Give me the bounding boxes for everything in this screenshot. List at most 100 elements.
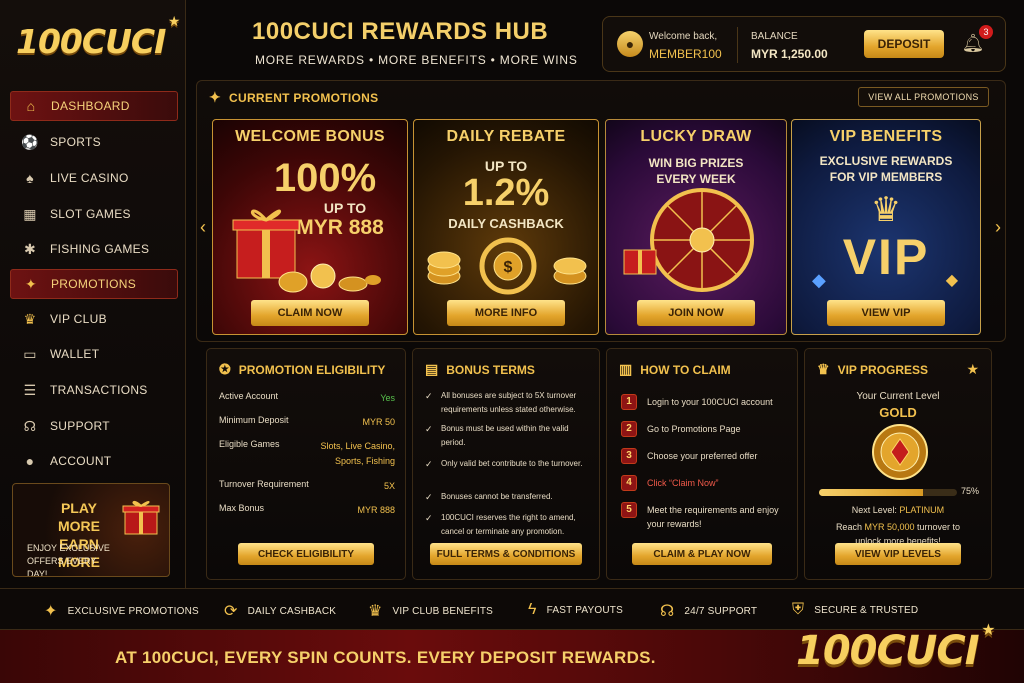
claim-step: 1 Login to your 100CUCI account [621, 394, 791, 410]
term-item: Bonuses cannot be transferred. [425, 490, 593, 504]
panel-heading-label: VIP PROGRESS [837, 362, 929, 377]
bonus-terms-panel: ▤ BONUS TERMS All bonuses are subject to … [412, 348, 600, 580]
term-item: Only valid bet contribute to the turnove… [425, 457, 593, 471]
slot-machine-icon: ▦ [23, 205, 37, 222]
claim-step: 5 Meet the requirements and enjoy your re… [621, 502, 791, 531]
gem-icon: ◆ [812, 270, 826, 290]
sidebar-item-label: SLOT GAMES [50, 207, 131, 221]
sidebar-item-wallet[interactable]: ▭ WALLET [10, 339, 178, 369]
promo-card-line2: FOR VIP MEMBERS [829, 170, 943, 184]
sidebar-item-dashboard[interactable]: ⌂ DASHBOARD [10, 91, 178, 121]
feature-label: VIP CLUB BENEFITS [392, 605, 494, 617]
panel-heading: ▥ HOW TO CLAIM [619, 361, 731, 378]
crown-icon: ♛ [368, 603, 383, 620]
eligibility-value: MYR 888 [357, 505, 395, 515]
term-item: 100CUCI reserves the right to amend, can… [425, 511, 593, 539]
check-eligibility-button[interactable]: CHECK ELIGIBILITY [238, 543, 374, 565]
eligibility-label: Max Bonus [219, 503, 265, 513]
chevron-left-icon[interactable]: ‹ [200, 217, 206, 238]
sidebar-item-vip-club[interactable]: ♛ VIP CLUB [10, 304, 178, 334]
sidebar-item-label: SUPPORT [50, 419, 110, 433]
more-info-button[interactable]: MORE INFO [447, 300, 565, 326]
shield-icon: ⛨ [792, 601, 805, 618]
step-text: Click “Claim Now” [647, 478, 719, 488]
claim-now-button[interactable]: CLAIM NOW [251, 300, 369, 326]
sidebar-item-slot-games[interactable]: ▦ SLOT GAMES [10, 199, 178, 229]
account-bar: ● Welcome back, MEMBER100 BALANCE MYR 1,… [602, 16, 1006, 72]
full-terms-button[interactable]: FULL TERMS & CONDITIONS [430, 543, 582, 565]
join-now-button[interactable]: JOIN NOW [637, 300, 755, 326]
soccer-ball-icon: ⚽ [21, 133, 39, 150]
eligibility-value: 5X [383, 481, 395, 491]
star-icon: ★ [966, 361, 979, 377]
panel-heading: ♛ VIP PROGRESS [817, 361, 928, 378]
claim-and-play-button[interactable]: CLAIM & PLAY NOW [632, 543, 772, 565]
next-level-label: Next Level: [851, 505, 897, 515]
eligibility-row: Active Account Yes [219, 391, 395, 406]
promo-card-daily-rebate[interactable]: DAILY REBATE UP TO 1.2% DAILY CASHBACK $… [413, 119, 599, 335]
eligibility-row: Eligible Games Slots, Live Casino, Sports… [219, 439, 395, 469]
gift-icon [122, 500, 160, 535]
gem-icon: ◆ [945, 272, 958, 289]
deposit-button[interactable]: DEPOSIT [864, 30, 944, 58]
feature-daily-cashback: ⟳ DAILY CASHBACK [224, 601, 336, 621]
crown-icon: ♛ [23, 310, 37, 327]
promotions-heading: ✦ CURRENT PROMOTIONS [209, 89, 378, 106]
sidebar-item-promotions[interactable]: ✦ PROMOTIONS [10, 269, 178, 299]
promo-card-line1: EXCLUSIVE REWARDS [819, 154, 953, 168]
promo-card-lucky-draw[interactable]: LUCKY DRAW WIN BIG PRIZES EVERY WEEK JOI… [605, 119, 787, 335]
sidebar-item-label: VIP CLUB [50, 312, 107, 326]
chevron-right-icon[interactable]: › [995, 217, 1001, 238]
sidebar-item-sports[interactable]: ⚽ SPORTS [10, 127, 178, 157]
gift-icon [623, 249, 657, 275]
clipboard-icon: ▥ [619, 361, 633, 377]
divider [737, 27, 738, 63]
claim-step: 3 Choose your preferred offer [621, 448, 791, 464]
brand-logo[interactable]: 100CUCI ★ [16, 14, 180, 61]
sidebar-item-label: FISHING GAMES [50, 242, 150, 256]
promo-card-vip-benefits[interactable]: VIP BENEFITS EXCLUSIVE REWARDS FOR VIP M… [791, 119, 981, 335]
promo-card-title: DAILY REBATE [446, 128, 566, 145]
play-more-banner[interactable]: PLAY MORE EARN MORE ENJOY EXCLUSIVE OFFE… [12, 483, 170, 577]
user-icon: ● [25, 453, 35, 469]
cashback-coins-icon: $ [427, 237, 587, 295]
sidebar-item-transactions[interactable]: ☰ TRANSACTIONS [10, 375, 178, 405]
gift-icon: ✦ [24, 275, 38, 292]
step-text: Choose your preferred offer [647, 451, 758, 461]
promotions-panel: ✦ CURRENT PROMOTIONS VIEW ALL PROMOTIONS … [196, 80, 1006, 342]
sidebar-item-label: SPORTS [50, 135, 101, 149]
sidebar-item-live-casino[interactable]: ♠ LIVE CASINO [10, 163, 178, 193]
sidebar-item-support[interactable]: ☊ SUPPORT [10, 411, 178, 441]
promo-card-line2: EVERY WEEK [656, 172, 736, 186]
promo-card-line1: DAILY CASHBACK [448, 216, 564, 231]
medal-icon: ✪ [219, 361, 231, 377]
sidebar-item-label: WALLET [50, 347, 100, 361]
sidebar-item-label: PROMOTIONS [51, 277, 137, 291]
sidebar-item-account[interactable]: ● ACCOUNT [10, 446, 178, 476]
promo-card-welcome-bonus[interactable]: WELCOME BONUS 100% UP TO MYR 888 CLAIM N… [212, 119, 408, 335]
feature-fast-payouts: ϟ FAST PAYOUTS [528, 601, 623, 619]
logo-star-icon: ★ [981, 620, 995, 639]
view-all-promotions-button[interactable]: VIEW ALL PROMOTIONS [858, 87, 989, 107]
sidebar-item-fishing-games[interactable]: ✱ FISHING GAMES [10, 234, 178, 264]
view-vip-levels-button[interactable]: VIEW VIP LEVELS [835, 543, 961, 565]
svg-text:$: $ [504, 259, 513, 276]
eligibility-row: Minimum Deposit MYR 50 [219, 415, 395, 430]
step-number: 1 [621, 394, 637, 410]
claim-step: 2 Go to Promotions Page [621, 421, 791, 437]
footer-logo-text: 100CUCI [796, 628, 980, 674]
view-vip-button[interactable]: VIEW VIP [827, 300, 945, 326]
eligibility-label: Eligible Games [219, 439, 280, 449]
step-text: Go to Promotions Page [647, 424, 741, 434]
eligibility-row: Turnover Requirement 5X [219, 479, 395, 494]
sidebar-item-label: ACCOUNT [50, 454, 112, 468]
play-more-subtitle: ENJOY EXCLUSIVE OFFERS EVERY DAY! [27, 543, 110, 577]
avatar-icon[interactable]: ● [617, 31, 643, 57]
home-icon: ⌂ [26, 98, 36, 114]
balance-label: BALANCE [751, 31, 798, 42]
vip-progress-panel: ♛ VIP PROGRESS ★ Your Current Level GOLD … [804, 348, 992, 580]
step-text: Login to your 100CUCI account [647, 397, 773, 407]
lightning-icon: ϟ [528, 601, 537, 618]
eligibility-row: Max Bonus MYR 888 [219, 503, 395, 518]
vip-progress-bar [819, 489, 957, 496]
